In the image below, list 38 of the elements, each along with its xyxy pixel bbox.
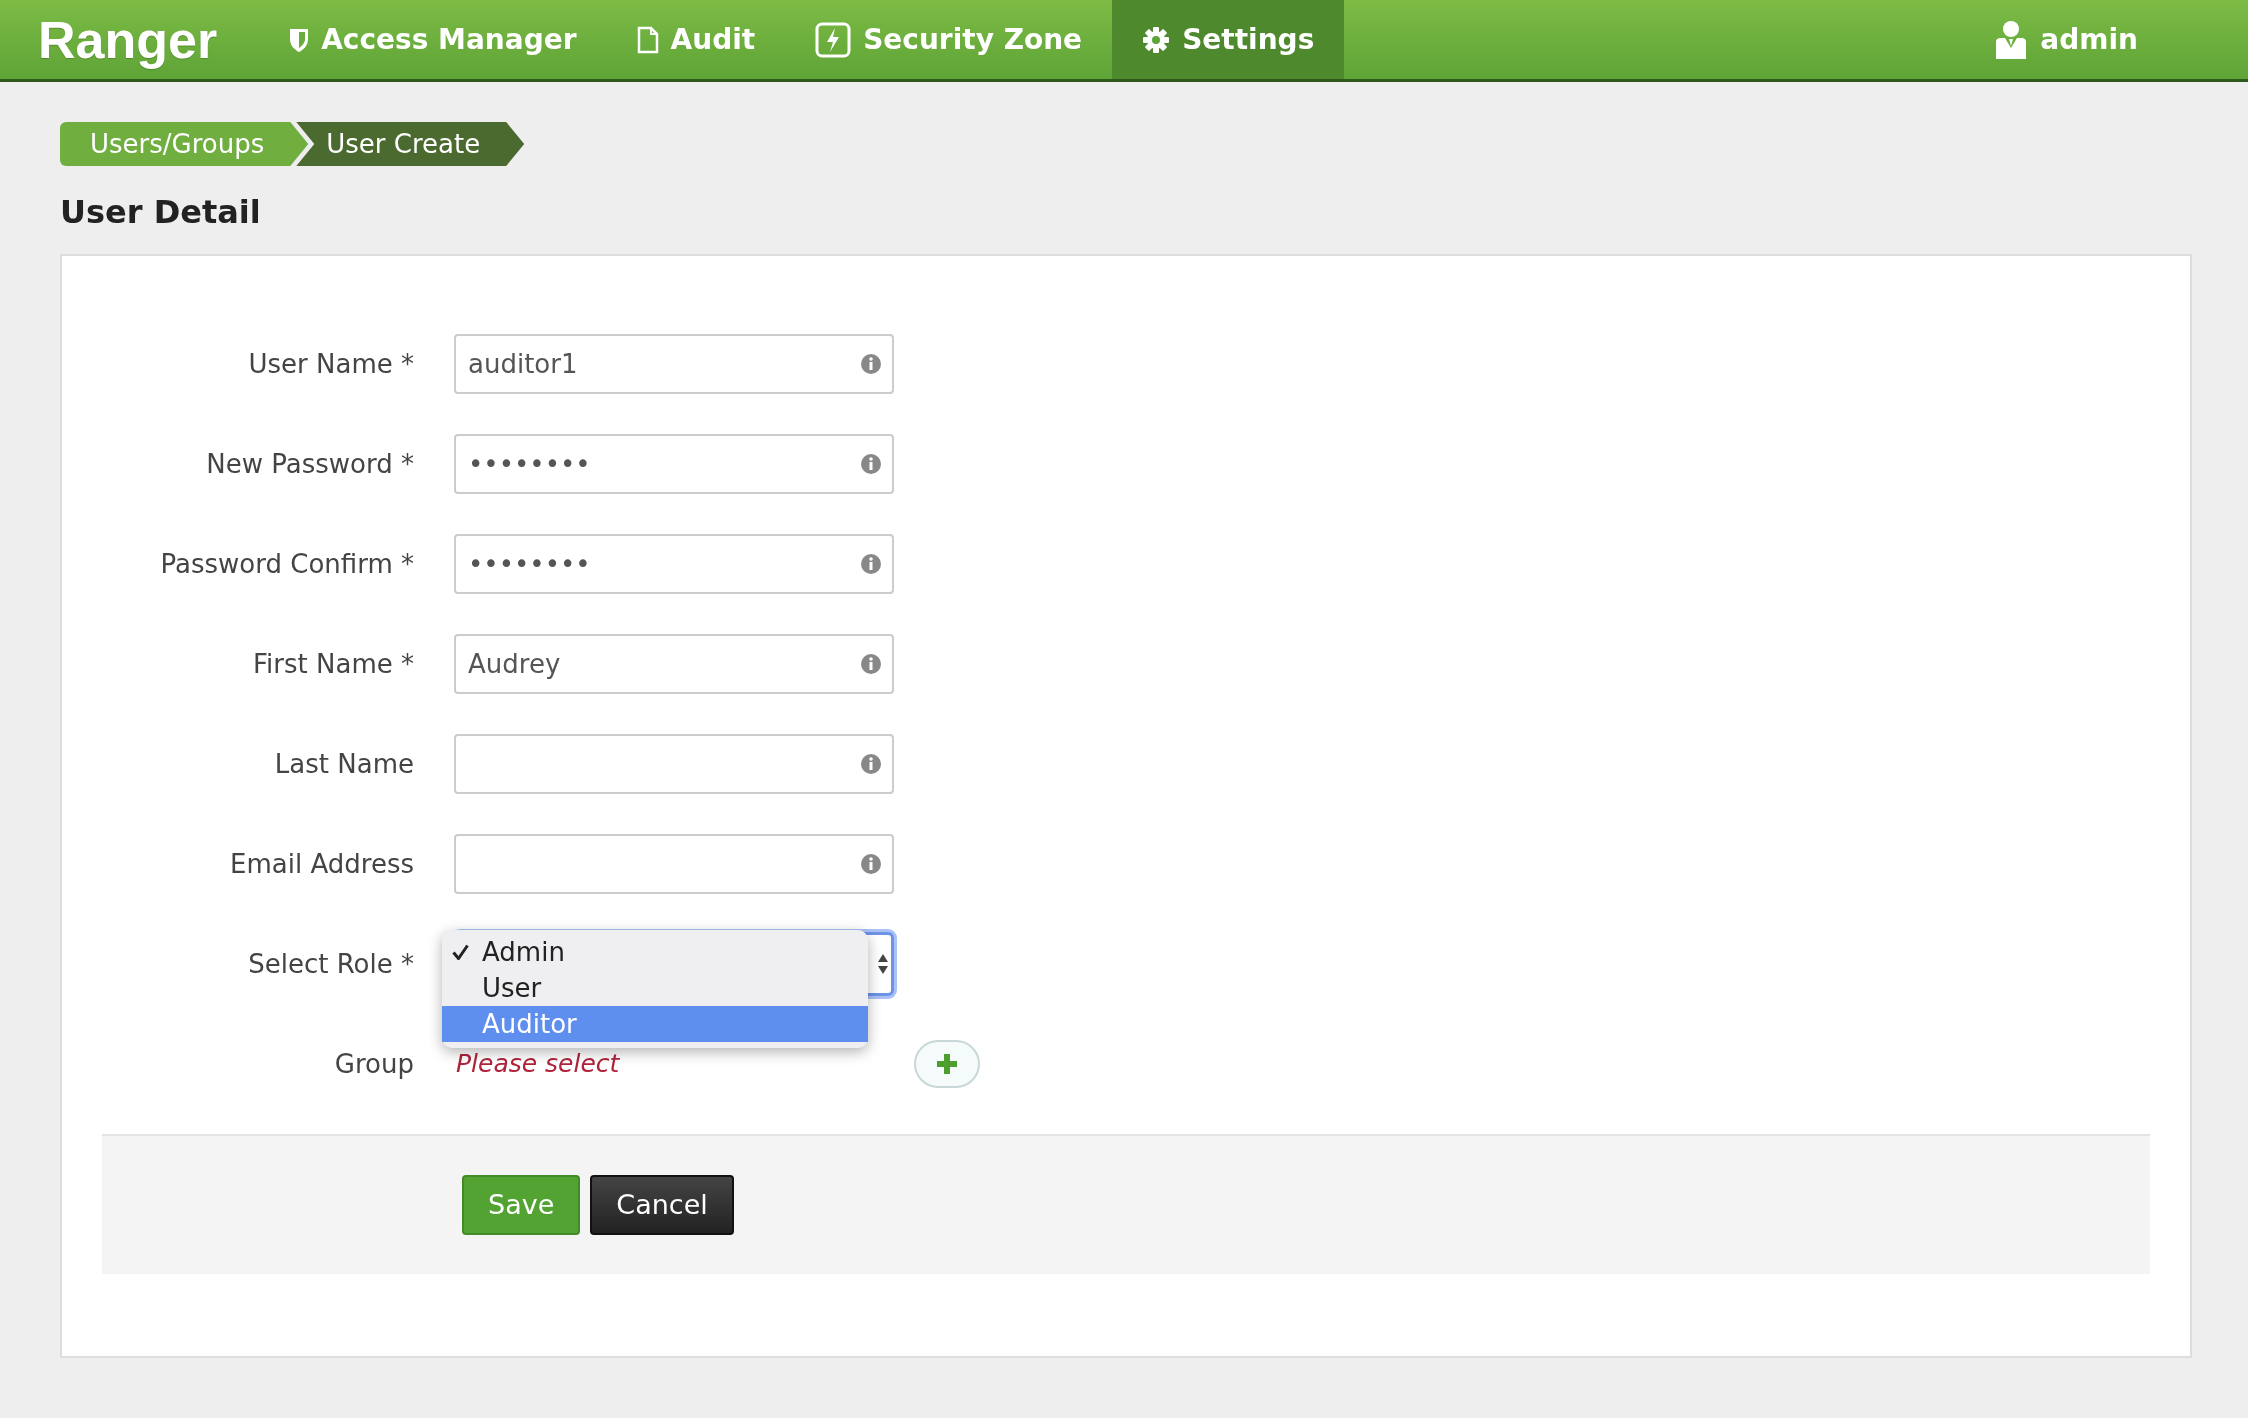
cancel-button[interactable]: Cancel	[590, 1175, 734, 1235]
breadcrumb-item[interactable]: User Create	[296, 122, 525, 166]
field-label: Select Role *	[247, 947, 415, 981]
user-icon	[1994, 19, 2029, 60]
field-label: Email Address	[229, 847, 415, 881]
field-label: User Name *	[247, 347, 415, 381]
info-icon	[860, 753, 882, 775]
plus-icon	[936, 1053, 958, 1075]
field-label: New Password *	[205, 447, 415, 481]
input-field[interactable]: ••••••••	[454, 534, 894, 594]
input-field[interactable]: ••••••••	[454, 434, 894, 494]
dropdown-option[interactable]: Auditor	[442, 1006, 868, 1042]
dropdown-option[interactable]: Admin	[442, 934, 868, 970]
field-label: Last Name	[273, 747, 415, 781]
info-icon	[860, 453, 882, 475]
page-title: User Detail	[60, 192, 262, 233]
dropdown-option[interactable]: User	[442, 970, 868, 1006]
bolt-icon	[815, 21, 852, 58]
info-icon	[860, 353, 882, 375]
input-field[interactable]: auditor1	[454, 334, 894, 394]
info-icon	[860, 853, 882, 875]
shield-icon	[289, 26, 310, 53]
select-placeholder[interactable]: Please select	[456, 1045, 620, 1083]
add-button[interactable]	[914, 1040, 980, 1088]
document-icon	[636, 25, 659, 54]
save-button[interactable]: Save	[462, 1175, 581, 1235]
field-label: Password Confirm *	[159, 547, 415, 581]
gear-icon	[1142, 25, 1171, 54]
input-field[interactable]: Audrey	[454, 634, 894, 694]
input-field[interactable]	[454, 834, 894, 894]
sort-arrows-icon	[878, 954, 888, 974]
info-icon	[860, 553, 882, 575]
nav-tab[interactable]: Settings	[1112, 0, 1345, 79]
info-icon	[860, 653, 882, 675]
field-label: Group	[333, 1047, 415, 1081]
brand-logo: Ranger	[38, 9, 218, 71]
field-label: First Name *	[252, 647, 415, 681]
input-field[interactable]	[454, 734, 894, 794]
